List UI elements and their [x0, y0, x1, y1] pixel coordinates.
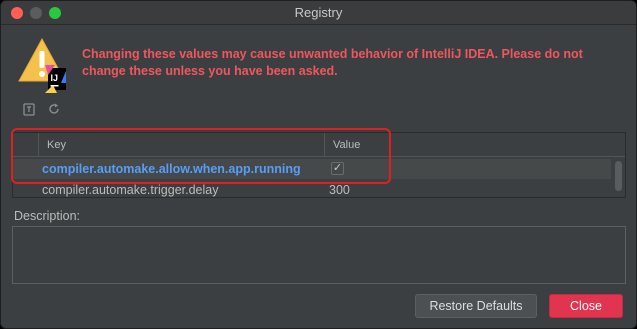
registry-table: Key Value compiler.automake.allow.when.a… — [12, 132, 626, 198]
table-row[interactable]: compiler.automake.trigger.delay 300 — [13, 180, 611, 197]
refresh-icon[interactable] — [47, 102, 61, 116]
export-icon[interactable] — [22, 102, 36, 116]
restore-defaults-button[interactable]: Restore Defaults — [415, 294, 537, 318]
column-divider[interactable] — [324, 133, 325, 157]
table-header: Key Value — [13, 133, 625, 157]
warning-icon-badge: IJ — [51, 73, 59, 83]
close-button[interactable]: Close — [549, 294, 623, 318]
title-bar: Registry — [1, 1, 636, 25]
description-label: Description: — [14, 209, 80, 223]
row-key: compiler.automake.allow.when.app.running — [42, 162, 301, 176]
window-title: Registry — [294, 5, 343, 20]
row-value[interactable]: 300 — [329, 183, 350, 197]
table-row[interactable]: compiler.automake.allow.when.app.running… — [13, 159, 611, 179]
header-gutter — [13, 133, 39, 157]
description-field — [12, 226, 626, 284]
registry-dialog: Registry IJ Changing these values may ca… — [0, 0, 637, 329]
table-scrollbar[interactable] — [614, 160, 623, 194]
scrollbar-thumb[interactable] — [615, 161, 622, 191]
warning-message: Changing these values may cause unwanted… — [82, 47, 583, 78]
column-header-value[interactable]: Value — [333, 139, 360, 151]
warning-icon: IJ — [18, 37, 66, 93]
row-value-checkbox[interactable]: ✓ — [331, 162, 344, 175]
row-key: compiler.automake.trigger.delay — [42, 183, 219, 197]
column-header-key[interactable]: Key — [47, 139, 66, 151]
